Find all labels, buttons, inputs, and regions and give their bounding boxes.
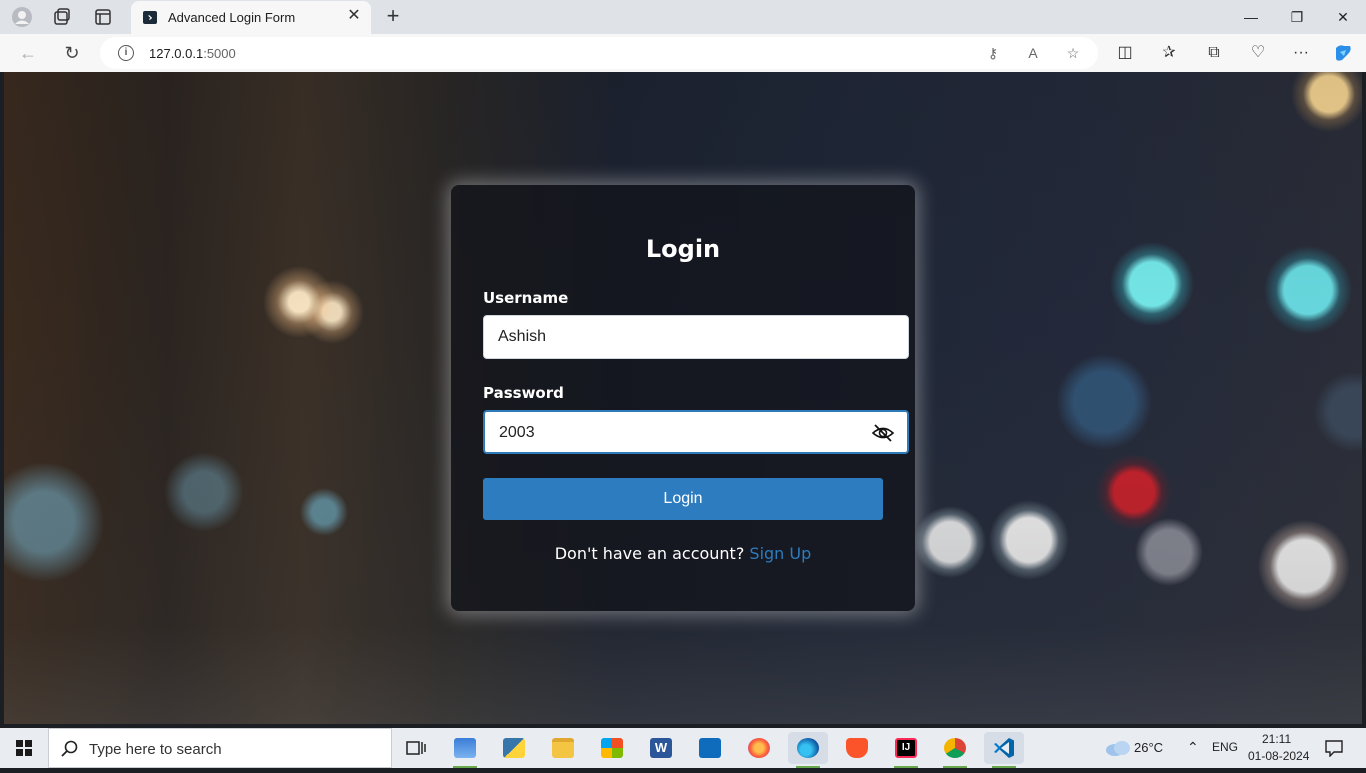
vscode-icon[interactable] [984,732,1024,768]
taskbar-app-icon[interactable] [445,732,485,768]
clock-time[interactable]: 21:11 [1262,732,1291,746]
language-indicator[interactable]: ENG [1212,740,1238,754]
weather-temp[interactable]: 26°C [1134,740,1163,755]
chevron-up-icon[interactable]: ⌃ [1187,739,1199,756]
profile-icon[interactable] [12,7,32,27]
search-placeholder: Type here to search [89,741,222,758]
tab-title: Advanced Login Form [168,10,296,25]
weather-cloud-icon[interactable] [1098,732,1138,764]
windows-taskbar: Type here to search W IJ 26°C ⌃ ENG 21:1… [0,728,1366,768]
file-explorer-icon[interactable] [543,732,583,764]
task-view-icon[interactable] [396,732,436,764]
url-text[interactable]: 127.0.0.1:5000 [149,46,236,61]
key-icon[interactable]: ⚷ [984,44,1002,62]
omnibox[interactable]: i 127.0.0.1:5000 ⚷ A ☆ [100,37,1098,69]
workspaces-icon[interactable] [52,7,72,27]
password-label: Password [483,384,564,402]
browser-essentials-icon[interactable]: ♡ [1247,42,1269,64]
taskbar-search[interactable]: Type here to search [48,728,392,768]
login-button[interactable]: Login [483,478,883,520]
python-file-icon[interactable] [494,732,534,764]
copilot-icon[interactable] [1332,42,1354,64]
username-label: Username [483,289,569,307]
collections-icon[interactable]: ⧉ [1203,42,1225,64]
favorites-icon[interactable]: ✰ [1158,42,1180,64]
more-menu-icon[interactable]: ··· [1290,42,1312,64]
signup-link[interactable]: Sign Up [749,544,811,563]
edge-icon[interactable] [788,732,828,768]
hide-password-icon[interactable] [871,423,895,443]
browser-tab-bar: Advanced Login Form ✕ + — ❐ ✕ [0,0,1366,34]
tab-favicon-icon [143,11,157,24]
start-button[interactable] [0,728,48,768]
windows-logo-icon [16,740,32,756]
minimize-button[interactable]: — [1239,6,1263,28]
word-icon[interactable]: W [641,732,681,764]
restore-button[interactable]: ❐ [1285,6,1309,28]
login-form: Login Username Password Login Don't have… [451,185,915,611]
brave-icon[interactable] [837,732,877,764]
chrome-icon[interactable] [935,732,975,768]
mail-icon[interactable] [690,732,730,764]
intellij-icon[interactable]: IJ [886,732,926,768]
window-close-button[interactable]: ✕ [1331,6,1355,28]
password-input[interactable] [497,412,857,454]
signup-prompt: Don't have an account? [554,544,745,563]
vertical-tabs-icon[interactable] [93,7,113,27]
active-tab[interactable]: Advanced Login Form ✕ [131,1,371,34]
clock-date[interactable]: 01-08-2024 [1248,749,1309,763]
split-screen-icon[interactable]: ◫ [1114,42,1136,64]
favorite-star-icon[interactable]: ☆ [1064,44,1082,62]
read-aloud-icon[interactable]: A [1024,44,1042,62]
microsoft-store-icon[interactable] [592,732,632,764]
new-tab-button[interactable]: + [382,5,404,27]
close-icon[interactable]: ✕ [345,7,363,25]
signup-row: Don't have an account? Sign Up [451,544,915,563]
password-field[interactable] [483,410,909,454]
form-title: Login [645,235,721,263]
address-bar-row: ← ↻ i 127.0.0.1:5000 ⚷ A ☆ ◫ ✰ ⧉ ♡ ··· [0,34,1366,72]
search-icon [61,740,78,757]
username-field[interactable] [483,315,909,359]
back-button[interactable]: ← [17,42,39,64]
username-input[interactable] [496,316,856,358]
firefox-icon[interactable] [739,732,779,764]
site-info-icon[interactable]: i [118,45,134,61]
notifications-icon[interactable] [1314,732,1354,764]
refresh-button[interactable]: ↻ [61,42,83,64]
